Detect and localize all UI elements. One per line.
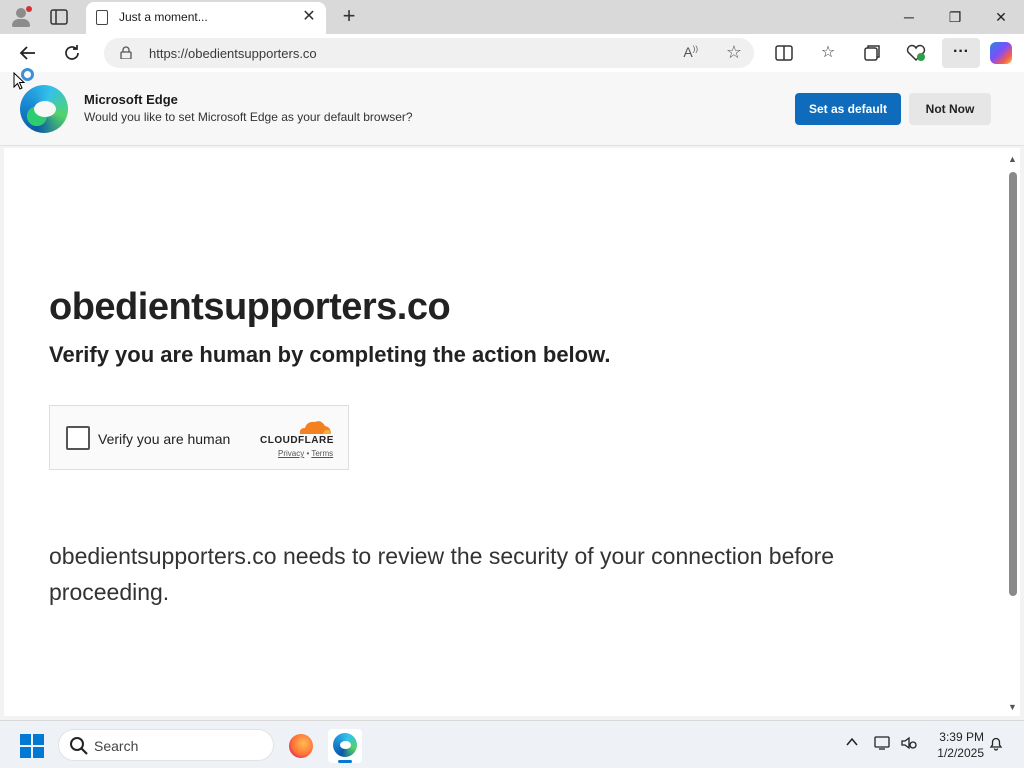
cloudflare-logo: CLOUDFLARE Privacy • Terms xyxy=(258,417,336,458)
search-icon xyxy=(70,737,88,755)
favorites-icon[interactable]: ☆ xyxy=(815,40,841,66)
tab-actions-button[interactable] xyxy=(49,7,69,27)
firefox-icon xyxy=(289,734,313,758)
scroll-down-icon[interactable]: ▼ xyxy=(1008,702,1017,712)
clock-time: 3:39 PM xyxy=(939,730,984,744)
verify-checkbox[interactable] xyxy=(66,426,90,450)
start-button[interactable] xyxy=(20,734,44,758)
profile-button[interactable] xyxy=(10,6,32,28)
restore-button[interactable]: ❐ xyxy=(932,0,978,34)
privacy-link[interactable]: Privacy xyxy=(278,449,304,458)
read-aloud-icon[interactable]: A)) xyxy=(683,44,698,60)
system-clock[interactable]: 3:39 PM 1/2/2025 xyxy=(926,729,984,761)
scroll-thumb[interactable] xyxy=(1009,172,1017,596)
verify-label[interactable]: Verify you are human xyxy=(98,431,230,447)
loading-indicator-icon xyxy=(21,68,34,81)
profile-icon xyxy=(16,8,26,18)
page-favicon-icon xyxy=(96,10,108,25)
edge-taskbar-button[interactable] xyxy=(328,729,362,763)
notification-dot xyxy=(26,6,32,12)
close-window-button[interactable]: ✕ xyxy=(978,0,1024,34)
minimize-button[interactable]: ─ xyxy=(886,0,932,34)
banner-message: Would you like to set Microsoft Edge as … xyxy=(84,110,413,124)
page-content: obedientsupporters.co Verify you are hum… xyxy=(4,148,1006,716)
terms-link[interactable]: Terms xyxy=(311,449,333,458)
taskbar-search[interactable]: Search xyxy=(58,729,274,761)
split-screen-icon[interactable] xyxy=(771,40,797,66)
browser-essentials-icon[interactable] xyxy=(903,40,929,66)
link-separator: • xyxy=(306,449,310,458)
active-tab[interactable]: Just a moment... ✕ xyxy=(86,2,326,34)
edge-icon xyxy=(333,733,357,757)
address-bar[interactable]: https://obedientsupporters.co A)) ☆ xyxy=(104,38,754,68)
window-controls: ─ ❐ ✕ xyxy=(886,0,1024,34)
tab-title: Just a moment... xyxy=(119,10,208,24)
cloudflare-cloud-icon xyxy=(299,421,331,434)
cloudflare-links: Privacy • Terms xyxy=(278,449,333,458)
copilot-icon[interactable] xyxy=(990,42,1012,64)
show-hidden-icons-chevron-up-icon[interactable] xyxy=(845,735,859,752)
site-info-icon[interactable] xyxy=(120,46,132,59)
firefox-taskbar-button[interactable] xyxy=(284,729,318,763)
clock-date: 1/2/2025 xyxy=(937,746,984,760)
not-now-button[interactable]: Not Now xyxy=(909,93,991,125)
refresh-icon xyxy=(65,45,79,60)
tab-strip: Just a moment... ✕ + ─ ❐ ✕ xyxy=(0,0,1024,34)
collections-icon[interactable] xyxy=(859,40,885,66)
set-as-default-button[interactable]: Set as default xyxy=(795,93,901,125)
notification-bell-icon[interactable] xyxy=(988,735,1004,754)
refresh-button[interactable] xyxy=(58,40,86,66)
banner-title: Microsoft Edge xyxy=(84,92,178,107)
page-subheading: Verify you are human by completing the a… xyxy=(49,342,611,367)
taskbar: Search 3:39 PM 1/2/2025 xyxy=(0,720,1024,768)
active-app-indicator xyxy=(338,760,352,763)
url-text[interactable]: https://obedientsupporters.co xyxy=(149,46,317,61)
back-button[interactable] xyxy=(14,40,42,66)
search-label: Search xyxy=(94,738,139,754)
new-tab-button[interactable]: + xyxy=(338,5,360,27)
captcha-widget: Verify you are human CLOUDFLARE Privacy … xyxy=(49,405,349,470)
page-heading: obedientsupporters.co xyxy=(49,286,451,328)
default-browser-banner: Microsoft Edge Would you like to set Mic… xyxy=(0,72,1024,146)
screen: Just a moment... ✕ + ─ ❐ ✕ https://obedi… xyxy=(0,0,1024,768)
network-icon[interactable] xyxy=(874,735,892,754)
cloudflare-brand: CLOUDFLARE xyxy=(260,435,334,446)
settings-more-button[interactable]: ··· xyxy=(942,38,980,68)
edge-logo-icon xyxy=(20,85,68,133)
browser-toolbar: https://obedientsupporters.co A)) ☆ ☆ ··… xyxy=(0,34,1024,72)
tab-actions-icon xyxy=(50,9,68,25)
back-arrow-icon xyxy=(19,46,35,60)
security-description: obedientsupporters.co needs to review th… xyxy=(49,543,835,605)
scroll-up-icon[interactable]: ▲ xyxy=(1008,154,1017,164)
volume-muted-icon[interactable] xyxy=(900,735,918,754)
page-scrollbar[interactable]: ▲ ▼ xyxy=(1006,148,1020,716)
close-tab-icon[interactable]: ✕ xyxy=(300,8,318,26)
favorite-star-icon[interactable]: ☆ xyxy=(726,42,742,63)
